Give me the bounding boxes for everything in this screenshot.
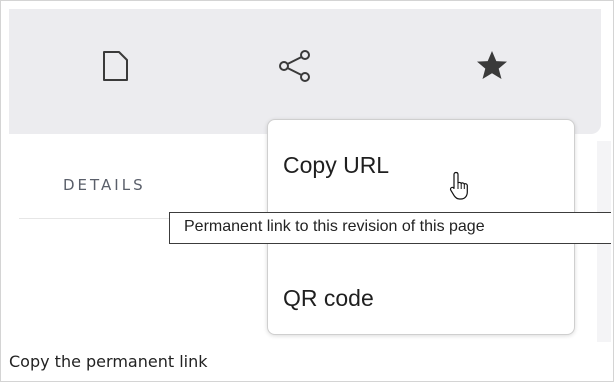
screenshot-area: DETAILS Copy URL QR code Permanent link … [9,9,611,342]
details-tab[interactable]: DETAILS [63,176,146,194]
tooltip: Permanent link to this revision of this … [169,212,611,244]
copy-url-item[interactable]: Copy URL [283,152,389,179]
file-icon[interactable] [101,49,131,83]
share-icon[interactable] [277,49,313,83]
star-icon[interactable] [475,49,509,83]
toolbar [9,9,601,134]
figure-caption: Copy the permanent link [9,352,208,371]
figure-frame: DETAILS Copy URL QR code Permanent link … [0,0,614,382]
hand-pointer-icon [449,171,473,205]
qr-code-item[interactable]: QR code [283,285,374,312]
